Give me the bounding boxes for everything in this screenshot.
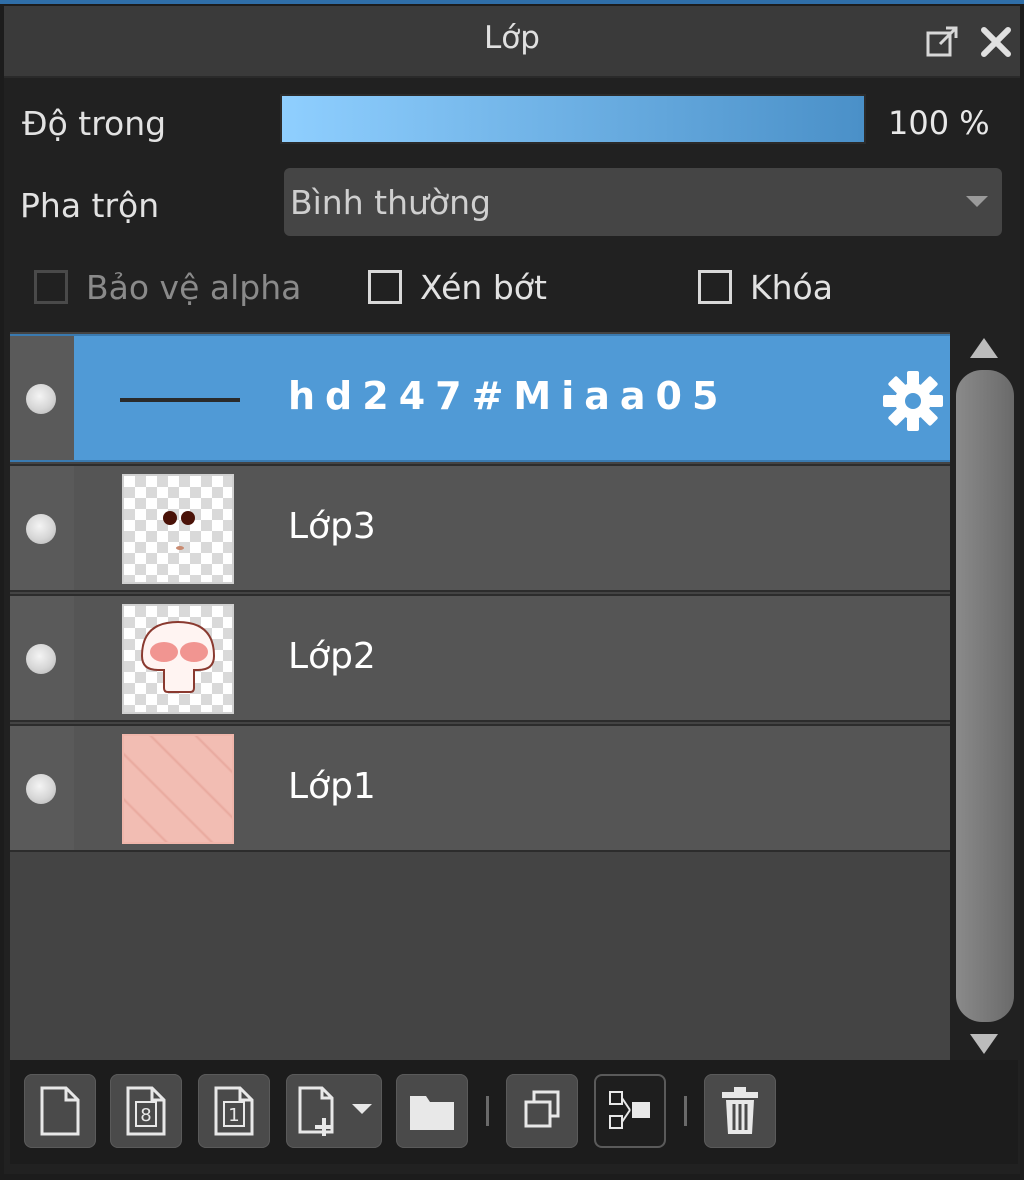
visibility-cell[interactable] (10, 336, 74, 460)
scrollbar-thumb[interactable] (956, 370, 1014, 1022)
visibility-icon[interactable] (26, 644, 56, 674)
new-layer-button[interactable] (24, 1074, 96, 1148)
scroll-down-icon[interactable] (970, 1034, 998, 1054)
scroll-up-icon[interactable] (970, 338, 998, 358)
new-8bit-layer-button[interactable]: 8 (110, 1074, 182, 1148)
opacity-value: 100 % (888, 104, 990, 142)
chevron-down-icon (966, 196, 988, 207)
visibility-cell[interactable] (10, 466, 74, 590)
svg-text:8: 8 (140, 1105, 151, 1126)
layer-name[interactable]: Lớp1 (288, 766, 376, 807)
close-icon[interactable] (978, 24, 1014, 60)
layer-name[interactable]: hd247#Miaa05 (288, 374, 728, 418)
opacity-slider[interactable] (280, 94, 866, 144)
new-8bit-layer-icon: 8 (126, 1086, 166, 1136)
undock-icon[interactable] (924, 24, 960, 60)
lock-checkbox[interactable] (698, 270, 732, 304)
layer-thumbnail (122, 474, 234, 584)
opacity-label: Độ trong (22, 104, 167, 143)
blend-label: Pha trộn (20, 186, 160, 225)
add-layer-dropdown-icon (298, 1086, 372, 1136)
protect-alpha-checkbox (34, 270, 68, 304)
blend-mode-value: Bình thường (290, 183, 491, 222)
lock-label[interactable]: Khóa (750, 268, 833, 307)
duplicate-layer-icon (524, 1090, 560, 1128)
layer-list[interactable]: hd247#Miaa05 Lớp3 Lớp2 Lớp1 (10, 332, 950, 1060)
add-layer-dropdown-button[interactable] (286, 1074, 382, 1148)
layer-row[interactable]: Lớp3 (10, 464, 950, 592)
clipping-checkbox[interactable] (368, 270, 402, 304)
toolbar-separator (486, 1096, 489, 1126)
folder-icon (410, 1096, 454, 1130)
blend-mode-select[interactable]: Bình thường (284, 168, 1002, 236)
layer-thumbnail (122, 734, 234, 844)
gear-icon[interactable] (882, 370, 944, 432)
new-1bit-layer-icon: 1 (214, 1086, 254, 1136)
layer-thumbnail (120, 398, 240, 402)
clipping-label[interactable]: Xén bớt (420, 268, 547, 307)
svg-text:1: 1 (228, 1105, 239, 1126)
merge-down-icon (609, 1091, 650, 1129)
layer-thumbnail (122, 604, 234, 714)
delete-layer-button[interactable] (704, 1074, 776, 1148)
trash-icon (722, 1087, 758, 1134)
new-layer-icon (40, 1086, 80, 1136)
layer-name[interactable]: Lớp2 (288, 636, 376, 677)
panel-top-accent (0, 0, 1024, 4)
visibility-cell[interactable] (10, 726, 74, 850)
new-1bit-layer-button[interactable]: 1 (198, 1074, 270, 1148)
merge-down-button[interactable] (594, 1074, 666, 1148)
panel-title: Lớp (484, 20, 540, 56)
duplicate-layer-button[interactable] (506, 1074, 578, 1148)
layer-row[interactable]: Lớp1 (10, 724, 950, 852)
layer-toolbar: 8 1 (10, 1060, 1018, 1164)
new-folder-button[interactable] (396, 1074, 468, 1148)
layer-name[interactable]: Lớp3 (288, 506, 376, 547)
visibility-icon[interactable] (26, 384, 56, 414)
visibility-icon[interactable] (26, 514, 56, 544)
layer-row[interactable]: Lớp2 (10, 594, 950, 722)
layer-row-selected[interactable]: hd247#Miaa05 (10, 334, 950, 462)
protect-alpha-label: Bảo vệ alpha (86, 268, 302, 307)
visibility-icon[interactable] (26, 774, 56, 804)
visibility-cell[interactable] (10, 596, 74, 720)
toolbar-separator (684, 1096, 687, 1126)
panel-titlebar[interactable]: Lớp (4, 6, 1020, 78)
